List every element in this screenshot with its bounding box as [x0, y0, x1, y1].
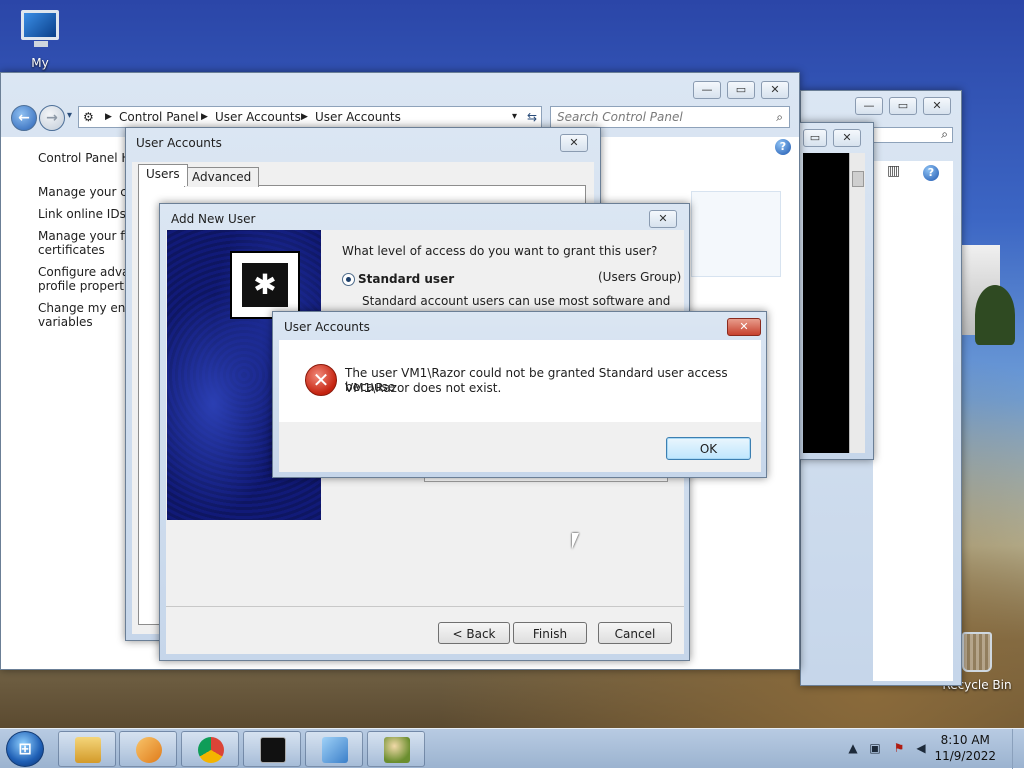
close-button[interactable]: ✕: [649, 210, 677, 228]
error-icon: ✕: [305, 364, 337, 396]
tab-users[interactable]: Users: [138, 164, 188, 186]
scrollbar[interactable]: [849, 153, 865, 453]
show-desktop-button[interactable]: [1012, 729, 1024, 769]
help-icon[interactable]: ?: [775, 139, 791, 155]
search-placeholder: Search Control Panel: [557, 110, 683, 124]
cancel-button[interactable]: Cancel: [598, 622, 672, 644]
ok-button[interactable]: OK: [666, 437, 751, 460]
recycle-bin-icon: [962, 632, 992, 672]
close-button[interactable]: ✕: [761, 81, 789, 99]
separator: [166, 606, 684, 607]
wizard-title: Add New User: [171, 212, 256, 226]
search-icon[interactable]: ⌕: [941, 127, 948, 142]
minimize-button[interactable]: —: [693, 81, 721, 99]
nav-configure-advanced-profile[interactable]: Configure advan: [38, 265, 128, 279]
standard-user-radio[interactable]: [342, 273, 355, 286]
tree-scenery: [975, 285, 1015, 345]
forward-arrow-icon[interactable]: →: [39, 105, 65, 131]
console-area[interactable]: [803, 153, 849, 453]
back-button[interactable]: < Back: [438, 622, 510, 644]
folder-icon: [75, 737, 101, 763]
left-navigation: Control Panel Ho Manage your cre Link on…: [38, 151, 128, 329]
address-bar[interactable]: ⚙ ▶ Control Panel ▶ User Accounts ▶ User…: [78, 106, 542, 128]
taskbar-user-accounts[interactable]: [367, 731, 425, 767]
taskbar-media-player[interactable]: [119, 731, 177, 767]
nav-manage-file-encryption[interactable]: Manage your file: [38, 229, 128, 243]
taskbar-control-panel[interactable]: [305, 731, 363, 767]
tab-advanced[interactable]: Advanced: [184, 167, 260, 187]
taskbar: ⊞ ▲ ▣ ⚑ ◀ 8:10 AM 11/9/2022: [0, 728, 1024, 769]
chrome-icon: [198, 737, 224, 763]
control-panel-icon: [322, 737, 348, 763]
taskbar-command-prompt[interactable]: [243, 731, 301, 767]
info-panel: [691, 191, 781, 277]
command-prompt-window: ▭ ✕: [798, 122, 874, 460]
address-dropdown-icon[interactable]: ▾: [512, 107, 517, 127]
show-hidden-icons-icon[interactable]: ▲: [846, 741, 860, 755]
breadcrumb-control-panel[interactable]: Control Panel: [119, 107, 199, 127]
dialog-title: User Accounts: [136, 136, 222, 150]
access-question: What level of access do you want to gran…: [342, 244, 658, 258]
breadcrumb-user-accounts-current[interactable]: User Accounts: [315, 107, 401, 127]
nav-manage-credentials[interactable]: Manage your cre: [38, 185, 128, 199]
finish-button[interactable]: Finish: [513, 622, 587, 644]
back-arrow-icon[interactable]: ←: [11, 105, 37, 131]
maximize-button[interactable]: ▭: [727, 81, 755, 99]
search-input[interactable]: Search Control Panel ⌕: [550, 106, 790, 128]
clock[interactable]: 8:10 AM 11/9/2022: [934, 732, 996, 764]
error-message-area: ✕ The user VM1\Razor could not be grante…: [279, 340, 761, 422]
error-dialog-title: User Accounts: [284, 320, 370, 334]
computer-icon: [21, 10, 59, 47]
start-button[interactable]: ⊞: [6, 731, 44, 767]
volume-icon[interactable]: ◀: [914, 741, 928, 755]
control-panel-icon: ⚙: [83, 110, 94, 124]
error-dialog: User Accounts ✕ ✕ The user VM1\Razor cou…: [272, 311, 767, 478]
users-group-label: (Users Group): [598, 270, 682, 284]
action-center-icon[interactable]: ⚑: [892, 741, 906, 755]
standard-user-description: Standard account users can use most soft…: [362, 294, 671, 308]
close-button[interactable]: ✕: [833, 129, 861, 147]
scrollbar-thumb[interactable]: [852, 171, 864, 187]
maximize-button[interactable]: ▭: [803, 129, 827, 147]
close-button[interactable]: ✕: [727, 318, 761, 336]
nav-certificates[interactable]: certificates: [38, 243, 128, 257]
mouse-cursor: [572, 533, 579, 549]
media-player-icon: [136, 737, 162, 763]
clock-time: 8:10 AM: [940, 733, 990, 747]
nav-change-environment[interactable]: Change my envi: [38, 301, 128, 315]
refresh-icon[interactable]: ⇆: [527, 107, 537, 127]
user-accounts-keypad-icon: ✱: [230, 251, 300, 319]
maximize-button[interactable]: ▭: [889, 97, 917, 115]
minimize-button[interactable]: —: [855, 97, 883, 115]
help-icon[interactable]: ?: [923, 165, 939, 181]
error-message-line-2: VM1\Razor does not exist.: [345, 381, 502, 395]
search-icon[interactable]: ⌕: [776, 107, 783, 127]
clock-date: 11/9/2022: [934, 749, 996, 763]
close-button[interactable]: ✕: [560, 134, 588, 152]
breadcrumb-user-accounts[interactable]: User Accounts: [215, 107, 301, 127]
user-accounts-icon: [384, 737, 410, 763]
recent-pages-dropdown[interactable]: ▾: [67, 110, 72, 121]
pane-toggle-icon[interactable]: ▥: [887, 163, 900, 179]
asterisk-icon: ✱: [242, 263, 288, 307]
background-window-content: ▥ ?: [873, 161, 953, 681]
nav-profile-properties[interactable]: profile properties: [38, 279, 128, 293]
taskbar-chrome[interactable]: [181, 731, 239, 767]
close-button[interactable]: ✕: [923, 97, 951, 115]
nav-control-panel-home[interactable]: Control Panel Ho: [38, 151, 128, 165]
standard-user-label[interactable]: Standard user: [358, 272, 454, 286]
taskbar-file-explorer[interactable]: [58, 731, 116, 767]
nav-variables[interactable]: variables: [38, 315, 128, 329]
network-icon[interactable]: ▣: [868, 741, 882, 755]
nav-link-online-ids[interactable]: Link online IDs: [38, 207, 128, 221]
command-prompt-icon: [260, 737, 286, 763]
